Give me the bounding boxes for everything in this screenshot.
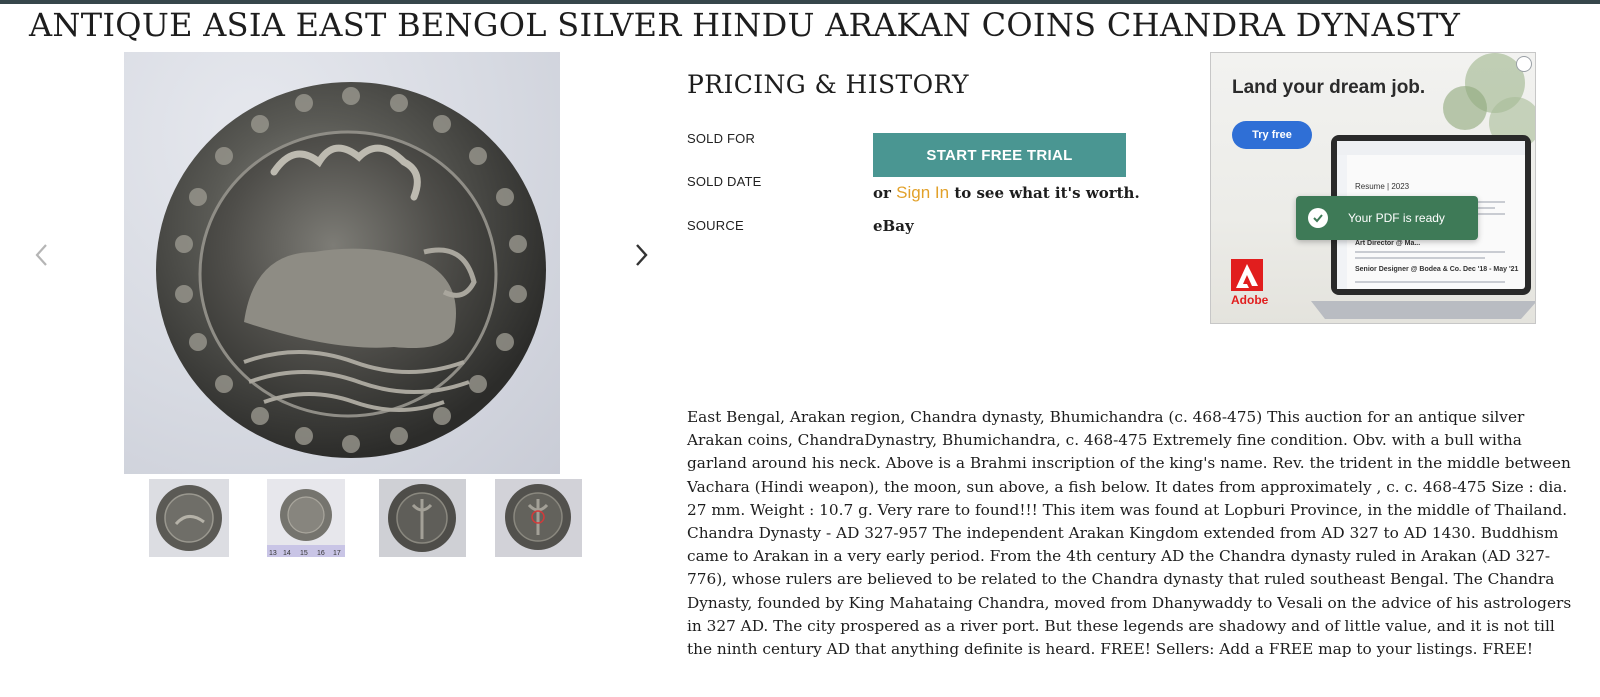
coin-thumbnail-image	[505, 484, 571, 550]
adchoices-icon[interactable]	[1516, 56, 1532, 72]
source-value: eBay	[873, 217, 914, 235]
ad-brand-name: Adobe	[1231, 293, 1269, 307]
coin-image	[156, 82, 546, 458]
chevron-right-icon	[636, 244, 648, 266]
checkmark-icon	[1308, 208, 1328, 228]
thumbnail-4[interactable]	[495, 479, 582, 557]
adobe-logo-icon	[1231, 259, 1263, 291]
previous-image-button[interactable]	[30, 239, 54, 271]
sold-for-label: SOLD FOR	[687, 131, 756, 146]
sign-in-link[interactable]: Sign In	[896, 183, 949, 202]
resume-entry: Art Director @ Ma...	[1355, 240, 1421, 247]
sold-date-label: SOLD DATE	[687, 174, 762, 189]
coin-thumbnail-image	[156, 485, 222, 551]
top-border	[0, 0, 1600, 4]
toast-text: Your PDF is ready	[1348, 211, 1445, 225]
pdf-ready-toast: Your PDF is ready	[1296, 196, 1478, 240]
main-product-image[interactable]	[124, 52, 560, 474]
coin-thumbnail-image: 13 14 15 16 17	[267, 479, 345, 557]
source-label: SOURCE	[687, 218, 744, 233]
page-title: ANTIQUE ASIA EAST BENGOL SILVER HINDU AR…	[29, 6, 1461, 44]
ruler-mark: 16	[317, 550, 325, 557]
chevron-left-icon	[35, 244, 47, 266]
resume-entry: Senior Designer @ Bodea & Co. Dec '18 - …	[1355, 266, 1519, 273]
thumbnail-3[interactable]	[379, 479, 466, 557]
ad-try-free-button[interactable]: Try free	[1232, 121, 1312, 149]
ad-headline: Land your dream job.	[1232, 77, 1426, 98]
ruler-mark: 13	[269, 550, 277, 557]
sign-in-suffix: to see what it's worth.	[954, 184, 1140, 202]
item-description: East Bengal, Arakan region, Chandra dyna…	[687, 408, 1572, 659]
thumbnail-2[interactable]: 13 14 15 16 17	[267, 479, 345, 557]
start-free-trial-button[interactable]: START FREE TRIAL	[873, 133, 1126, 177]
ruler-mark: 15	[300, 550, 308, 557]
next-image-button[interactable]	[629, 239, 653, 271]
coin-thumbnail-image	[388, 484, 456, 552]
ruler-mark: 17	[333, 550, 341, 557]
resume-heading: Resume | 2023	[1355, 182, 1410, 191]
sign-in-prompt: or Sign In to see what it's worth.	[873, 183, 1140, 203]
sign-in-prefix: or	[873, 184, 891, 202]
advertisement[interactable]: Land your dream job. Try free Resume | 2…	[1210, 52, 1536, 324]
pricing-history-heading: PRICING & HISTORY	[687, 70, 969, 99]
ruler-mark: 14	[283, 550, 291, 557]
thumbnail-1[interactable]	[149, 479, 229, 557]
